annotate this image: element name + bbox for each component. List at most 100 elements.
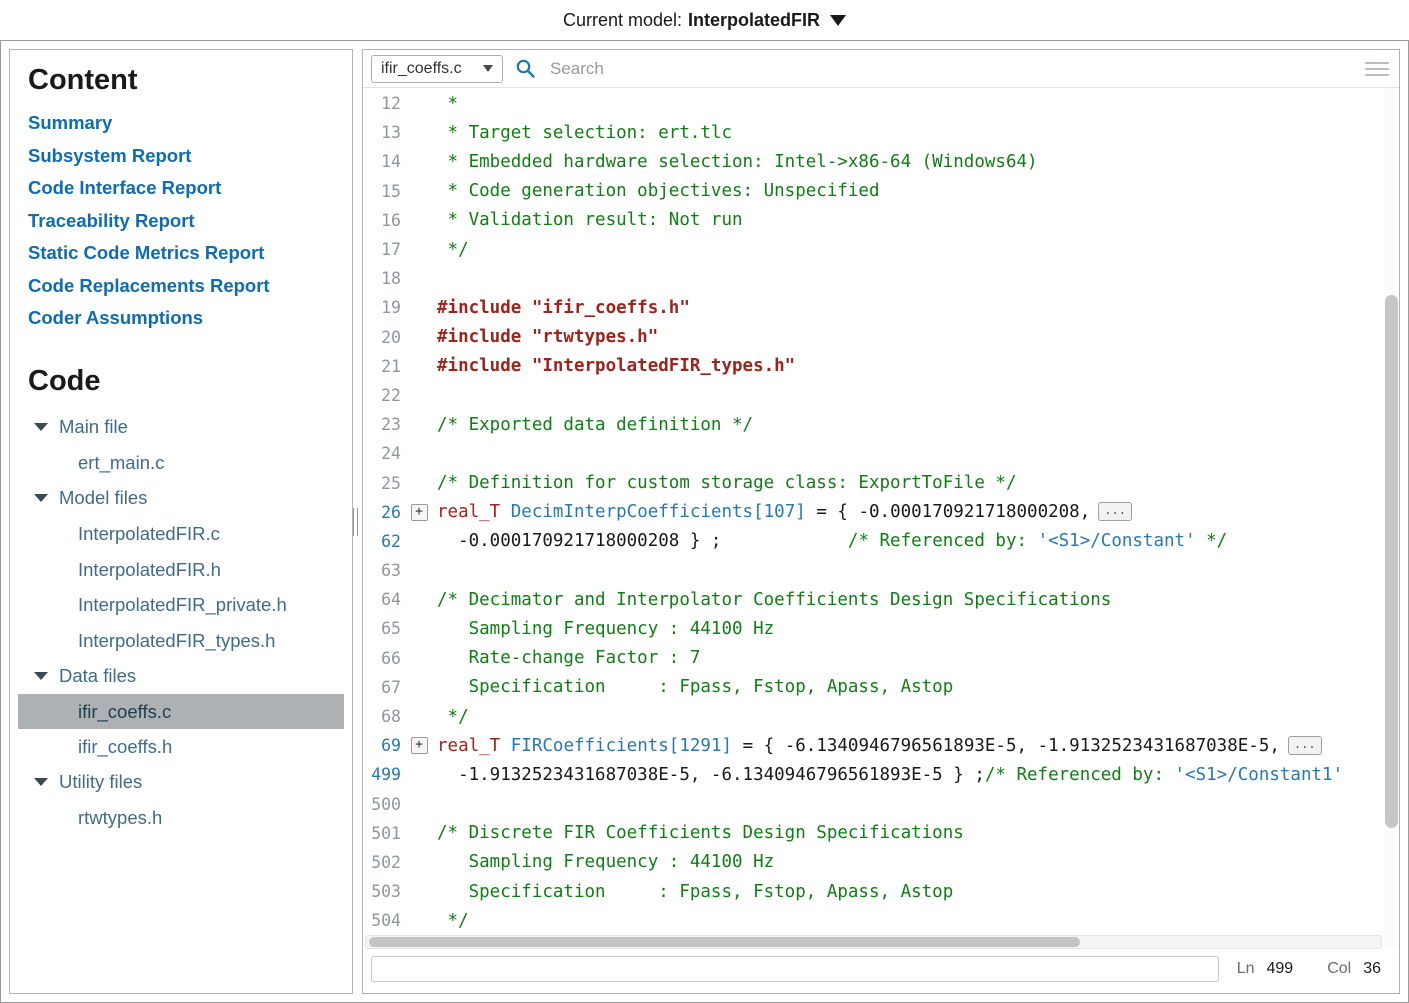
content-link-traceability-report[interactable]: Traceability Report bbox=[28, 205, 348, 238]
code-line-16: 16 * Validation result: Not run bbox=[363, 206, 1383, 235]
code-lines: 12 *13 * Target selection: ert.tlc14 * E… bbox=[363, 89, 1383, 949]
current-model-label: Current model: bbox=[563, 10, 682, 31]
code-segment: -0.000170921718000208 } ; bbox=[437, 531, 848, 551]
tree-group-main-file[interactable]: Main file bbox=[18, 410, 348, 446]
tree-item-interpolatedfir-h[interactable]: InterpolatedFIR.h bbox=[18, 552, 344, 588]
collapsed-ellipsis-button[interactable]: ... bbox=[1288, 736, 1322, 755]
code-segment: real_T bbox=[437, 502, 511, 522]
code-text: /* Discrete FIR Coefficients Design Spec… bbox=[437, 823, 964, 843]
line-number: 21 bbox=[363, 357, 401, 376]
code-link[interactable]: FIRCoefficients[1291] bbox=[511, 736, 732, 756]
line-number: 20 bbox=[363, 328, 401, 347]
collapse-triangle-icon bbox=[34, 778, 48, 786]
code-segment: /* Discrete FIR Coefficients Design Spec… bbox=[437, 823, 964, 843]
tree-item-ifir-coeffs-c[interactable]: ifir_coeffs.c bbox=[18, 694, 344, 730]
tree-item-ert-main-c[interactable]: ert_main.c bbox=[18, 445, 344, 481]
expand-button[interactable]: + bbox=[411, 737, 428, 754]
tree-group-label: Main file bbox=[59, 416, 128, 438]
hamburger-menu-icon[interactable] bbox=[1365, 58, 1389, 80]
file-select-label: ifir_coeffs.c bbox=[381, 60, 462, 78]
line-number: 503 bbox=[363, 882, 401, 901]
tree-group-label: Model files bbox=[59, 487, 147, 509]
line-number: 23 bbox=[363, 415, 401, 434]
code-line-22: 22 bbox=[363, 381, 1383, 410]
line-number: 68 bbox=[363, 707, 401, 726]
line-number: 16 bbox=[363, 211, 401, 230]
line-number[interactable]: 62 bbox=[363, 532, 401, 551]
line-number: 13 bbox=[363, 123, 401, 142]
code-text: */ bbox=[437, 707, 469, 727]
code-segment: #include "InterpolatedFIR_types.h" bbox=[437, 356, 795, 376]
code-link[interactable]: '<S1>/Constant1' bbox=[1175, 765, 1344, 785]
code-segment: * Embedded hardware selection: Intel->x8… bbox=[437, 152, 1038, 172]
code-segment: * Validation result: Not run bbox=[437, 210, 743, 230]
collapse-triangle-icon bbox=[34, 423, 48, 431]
line-number[interactable]: 26 bbox=[363, 503, 401, 522]
line-number: 64 bbox=[363, 590, 401, 609]
tree-item-interpolatedfir-c[interactable]: InterpolatedFIR.c bbox=[18, 516, 344, 552]
code-link[interactable]: DecimInterpCoefficients[107] bbox=[511, 502, 806, 522]
content-link-code-interface-report[interactable]: Code Interface Report bbox=[28, 172, 348, 205]
line-number: 12 bbox=[363, 94, 401, 113]
code-line-17: 17 */ bbox=[363, 235, 1383, 264]
line-number[interactable]: 69 bbox=[363, 736, 401, 755]
search-input[interactable] bbox=[548, 58, 1353, 80]
code-segment: = { -0.000170921718000208, bbox=[806, 502, 1090, 522]
tree-item-interpolatedfir-private-h[interactable]: InterpolatedFIR_private.h bbox=[18, 587, 344, 623]
status-message-field bbox=[371, 956, 1219, 982]
line-number: 24 bbox=[363, 444, 401, 463]
line-indicator-value: 499 bbox=[1266, 960, 1293, 978]
gutter-cell: + bbox=[401, 737, 437, 754]
code-segment: /* Decimator and Interpolator Coefficien… bbox=[437, 590, 1111, 610]
code-line-20: 20 #include "rtwtypes.h" bbox=[363, 323, 1383, 352]
collapse-triangle-icon bbox=[34, 672, 48, 680]
content-link-code-replacements-report[interactable]: Code Replacements Report bbox=[28, 270, 348, 303]
collapsed-ellipsis-button[interactable]: ... bbox=[1098, 502, 1132, 521]
horizontal-scrollbar-thumb[interactable] bbox=[369, 937, 1080, 947]
tree-item-ifir-coeffs-h[interactable]: ifir_coeffs.h bbox=[18, 729, 344, 765]
code-text: Specification : Fpass, Fstop, Apass, Ast… bbox=[437, 882, 953, 902]
tree-group-model-files[interactable]: Model files bbox=[18, 481, 348, 517]
code-line-21: 21 #include "InterpolatedFIR_types.h" bbox=[363, 352, 1383, 381]
code-segment: #include "ifir_coeffs.h" bbox=[437, 298, 690, 318]
tree-item-rtwtypes-h[interactable]: rtwtypes.h bbox=[18, 800, 344, 836]
content-link-coder-assumptions[interactable]: Coder Assumptions bbox=[28, 302, 348, 335]
code-line-69: 69 + real_T FIRCoefficients[1291] = { -6.1… bbox=[363, 731, 1383, 760]
code-line-502: 502 Sampling Frequency : 44100 Hz bbox=[363, 848, 1383, 877]
code-segment: */ bbox=[437, 240, 469, 260]
vertical-scrollbar-thumb[interactable] bbox=[1385, 295, 1398, 829]
content-link-summary[interactable]: Summary bbox=[28, 107, 348, 140]
code-text: Specification : Fpass, Fstop, Apass, Ast… bbox=[437, 677, 953, 697]
code-segment: /* Definition for custom storage class: … bbox=[437, 473, 1016, 493]
line-number: 66 bbox=[363, 649, 401, 668]
expand-button[interactable]: + bbox=[411, 504, 428, 521]
line-number[interactable]: 499 bbox=[363, 765, 401, 784]
code-link[interactable]: '<S1>/Constant' bbox=[1038, 531, 1196, 551]
code-segment: * bbox=[437, 94, 458, 114]
panel-splitter[interactable] bbox=[353, 508, 358, 536]
collapse-triangle-icon bbox=[34, 494, 48, 502]
content-link-subsystem-report[interactable]: Subsystem Report bbox=[28, 140, 348, 173]
file-select-dropdown[interactable]: ifir_coeffs.c bbox=[371, 55, 503, 83]
code-line-24: 24 bbox=[363, 439, 1383, 468]
line-number: 14 bbox=[363, 152, 401, 171]
content-link-static-code-metrics-report[interactable]: Static Code Metrics Report bbox=[28, 237, 348, 270]
code-segment: Sampling Frequency : 44100 Hz bbox=[437, 852, 774, 872]
code-line-15: 15 * Code generation objectives: Unspeci… bbox=[363, 177, 1383, 206]
code-segment: * Code generation objectives: Unspecifie… bbox=[437, 181, 880, 201]
tree-group-data-files[interactable]: Data files bbox=[18, 658, 348, 694]
code-text: real_T FIRCoefficients[1291] = { -6.1340… bbox=[437, 736, 1322, 756]
tree-item-interpolatedfir-types-h[interactable]: InterpolatedFIR_types.h bbox=[18, 623, 344, 659]
line-number: 18 bbox=[363, 269, 401, 288]
vertical-scrollbar[interactable] bbox=[1384, 88, 1399, 949]
code-text: Rate-change Factor : 7 bbox=[437, 648, 700, 668]
code-text: /* Exported data definition */ bbox=[437, 415, 753, 435]
line-number: 67 bbox=[363, 678, 401, 697]
code-text: #include "rtwtypes.h" bbox=[437, 327, 658, 347]
current-model-dropdown[interactable]: Current model: InterpolatedFIR bbox=[0, 0, 1409, 40]
search-icon bbox=[515, 58, 536, 79]
column-indicator-value: 36 bbox=[1363, 960, 1381, 978]
horizontal-scrollbar[interactable] bbox=[365, 935, 1382, 949]
code-tree: Main file ert_main.c Model files Interpolat… bbox=[18, 410, 348, 836]
tree-group-utility-files[interactable]: Utility files bbox=[18, 765, 348, 801]
